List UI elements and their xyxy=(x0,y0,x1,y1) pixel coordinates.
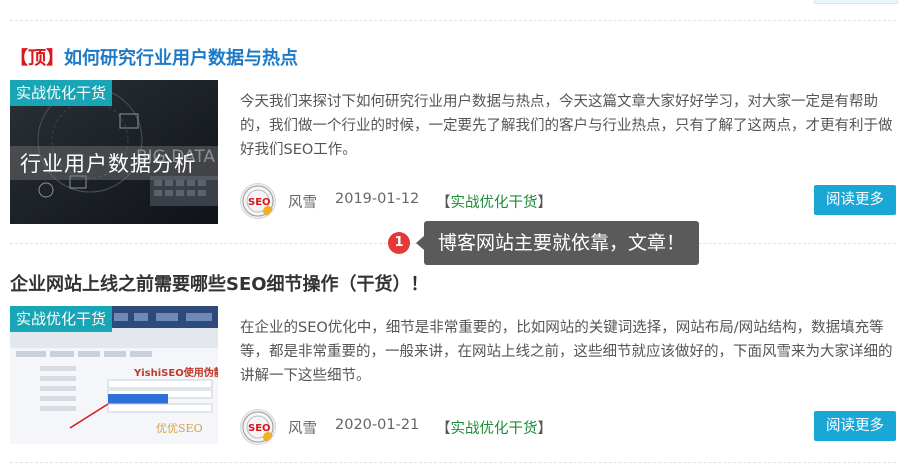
category-tag[interactable]: 实战优化干货 xyxy=(10,80,113,106)
tooltip-text: 博客网站主要就依靠，文章！ xyxy=(424,221,700,265)
step-badge: 1 xyxy=(388,232,410,254)
author-avatar: SEO xyxy=(240,183,276,219)
seo-avatar-icon: SEO xyxy=(242,411,274,443)
article-excerpt: 今天我们来探讨下如何研究行业用户数据与热点，今天这篇文章大家好好学习，对大家一定… xyxy=(240,94,893,158)
author-avatar: SEO xyxy=(240,409,276,445)
pinned-label: 【顶】 xyxy=(10,48,64,69)
tooltip-arrow xyxy=(416,236,424,250)
article-title-link[interactable]: 企业网站上线之前需要哪些SEO细节操作（干货）！ xyxy=(10,270,429,296)
category-tag[interactable]: 实战优化干货 xyxy=(10,306,113,332)
article-title-link[interactable]: 【顶】如何研究行业用户数据与热点 xyxy=(10,44,298,70)
read-more-button[interactable]: 阅读更多 xyxy=(814,411,896,441)
article-thumbnail[interactable]: BIG DATA 行业用户数据分析 实战优化干货 xyxy=(10,80,218,224)
post-date: 2020-01-21 xyxy=(335,417,420,433)
author-name[interactable]: 风雪 xyxy=(288,191,317,212)
category-link[interactable]: 【实战优化干货】 xyxy=(436,417,552,438)
divider xyxy=(10,20,896,21)
previous-read-more-button[interactable] xyxy=(814,0,898,4)
seo-avatar-icon: SEO xyxy=(242,185,274,217)
article-meta: SEO 风雪 2020-01-21 【实战优化干货】 阅读更多 xyxy=(240,409,896,445)
article-title: 企业网站上线之前需要哪些SEO细节操作（干货）！ xyxy=(10,274,429,295)
divider xyxy=(10,462,896,463)
article-thumbnail[interactable]: YishiSEO使用伪静态 优优SEO 实战优化干货 xyxy=(10,306,218,444)
article-excerpt: 在企业的SEO优化中，细节是非常重要的，比如网站的关键词选择，网站布局/网站结构… xyxy=(240,320,893,384)
article-meta: SEO 风雪 2019-01-12 【实战优化干货】 阅读更多 xyxy=(240,183,896,219)
post-date: 2019-01-12 xyxy=(335,191,420,207)
thumbnail-banner: YishiSEO使用伪静态 xyxy=(133,366,218,379)
article-title: 如何研究行业用户数据与热点 xyxy=(64,48,298,69)
thumbnail-caption: 行业用户数据分析 xyxy=(20,152,196,176)
author-name[interactable]: 风雪 xyxy=(288,417,317,438)
read-more-button[interactable]: 阅读更多 xyxy=(814,185,896,215)
category-link[interactable]: 【实战优化干货】 xyxy=(436,191,552,212)
thumbnail-logo: 优优SEO xyxy=(156,422,203,435)
